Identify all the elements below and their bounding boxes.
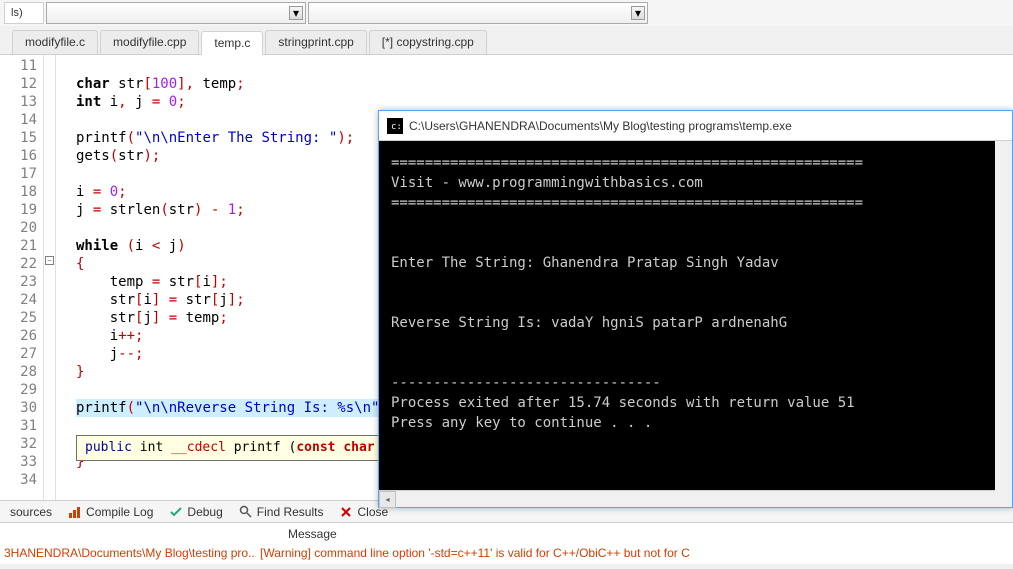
tab-sources[interactable]: sources: [2, 503, 60, 521]
message-header: Message: [0, 522, 1013, 544]
line-number-gutter: 111213 141516 171819 202122 232425 26272…: [0, 55, 44, 500]
console-vertical-scrollbar[interactable]: [995, 141, 1012, 507]
class-dropdown[interactable]: ▾: [46, 2, 306, 24]
tab-modifyfile-c[interactable]: modifyfile.c: [12, 30, 98, 54]
tab-stringprint-cpp[interactable]: stringprint.cpp: [265, 30, 366, 54]
file-tabs: modifyfile.c modifyfile.cpp temp.c strin…: [0, 26, 1013, 55]
intellisense-tooltip: public int __cdecl printf (const char *: [76, 435, 399, 461]
globals-field: ls): [4, 2, 44, 24]
console-window[interactable]: c: C:\Users\GHANENDRA\Documents\My Blog\…: [378, 110, 1013, 508]
search-icon: [239, 505, 253, 519]
status-file-path: 3HANENDRA\Documents\My Blog\testing pro.…: [0, 544, 256, 564]
terminal-icon: c:: [387, 118, 403, 134]
fold-minus-icon[interactable]: −: [45, 256, 54, 265]
tab-debug[interactable]: Debug: [161, 503, 230, 521]
top-toolbar: ls) ▾ ▾: [0, 0, 1013, 26]
console-horizontal-scrollbar[interactable]: ◂: [379, 490, 995, 507]
check-icon: [169, 505, 183, 519]
status-bar: 3HANENDRA\Documents\My Blog\testing pro.…: [0, 544, 1013, 564]
console-output: ========================================…: [379, 141, 1012, 445]
tab-temp-c[interactable]: temp.c: [201, 31, 263, 55]
close-icon: [339, 505, 353, 519]
chart-icon: [68, 505, 82, 519]
tab-modifyfile-cpp[interactable]: modifyfile.cpp: [100, 30, 199, 54]
tab-find-results[interactable]: Find Results: [231, 503, 332, 521]
console-titlebar[interactable]: c: C:\Users\GHANENDRA\Documents\My Blog\…: [379, 111, 1012, 141]
fold-gutter: −: [44, 55, 56, 500]
chevron-down-icon: ▾: [289, 6, 303, 20]
console-title: C:\Users\GHANENDRA\Documents\My Blog\tes…: [409, 119, 792, 133]
member-dropdown[interactable]: ▾: [308, 2, 648, 24]
tab-compile-log[interactable]: Compile Log: [60, 503, 161, 521]
scroll-left-icon[interactable]: ◂: [379, 491, 396, 508]
chevron-down-icon: ▾: [631, 6, 645, 20]
svg-text:c:: c:: [391, 122, 401, 132]
tab-copystring-cpp[interactable]: [*] copystring.cpp: [369, 30, 487, 54]
status-warning: [Warning] command line option '-std=c++1…: [256, 544, 1013, 564]
